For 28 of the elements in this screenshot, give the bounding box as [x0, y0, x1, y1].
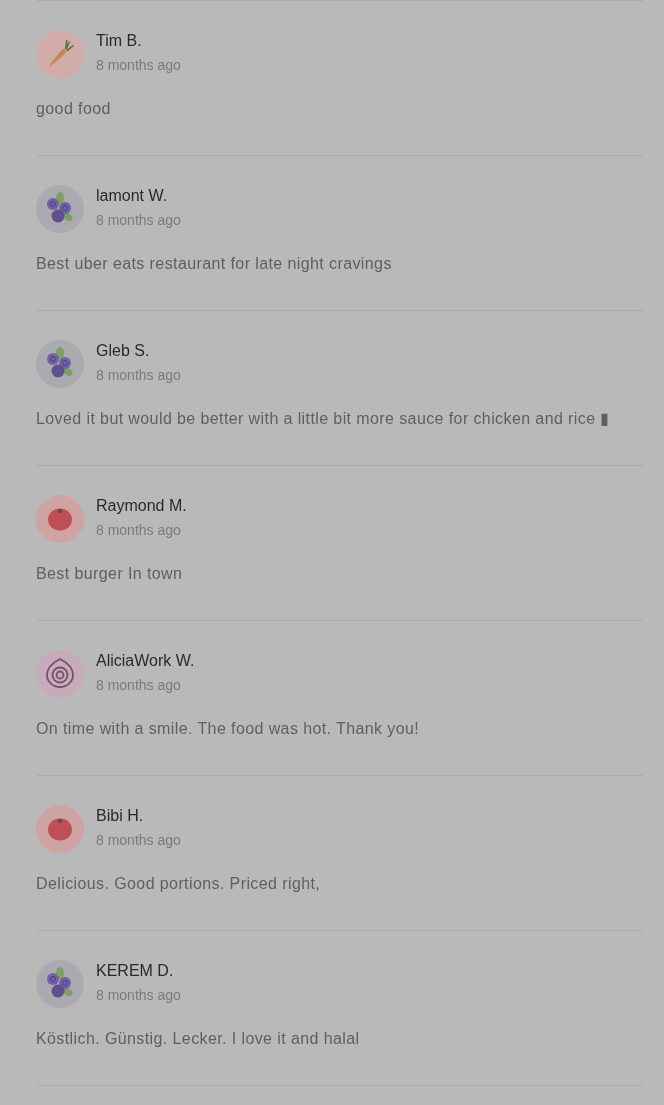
review-text: Best uber eats restaurant for late night cravings — [36, 254, 393, 274]
review-time: 8 months ago — [96, 986, 181, 1004]
reviewer-name: Tim B. — [96, 31, 143, 51]
blueberries-icon — [36, 340, 84, 388]
review-time: 8 months ago — [96, 211, 181, 229]
reviewer-name: Bibi H. — [96, 806, 145, 826]
review-time: 8 months ago — [96, 56, 181, 74]
blueberries-icon — [36, 960, 84, 1008]
carrot-icon — [36, 30, 84, 78]
review-time: 8 months ago — [96, 521, 182, 539]
reviewer-name: lamont W. — [96, 186, 169, 206]
review-text: good food — [36, 99, 112, 119]
review-text: Loved it but would be better with a little bit more sauce for chicken and rice ▮ — [36, 409, 611, 429]
review-time: 8 months ago — [96, 831, 181, 849]
review-text: Delicious. Good portions. Priced right, — [36, 874, 322, 894]
reviewer-name: AliciaWork W. — [96, 651, 195, 671]
review-text: Köstlich. Günstig. Lecker. I love it and halal — [36, 1029, 361, 1049]
review-time: 8 months ago — [96, 676, 182, 694]
tomato-icon — [36, 495, 84, 543]
onion-icon — [36, 650, 84, 698]
review-time: 8 months ago — [96, 366, 181, 384]
review-text: Best burger In town — [36, 564, 184, 584]
reviewer-name: Raymond M. — [96, 496, 187, 516]
review-text: On time with a smile. The food was hot. Thank you! — [36, 719, 421, 739]
blueberries-icon — [36, 185, 84, 233]
tomato-icon — [36, 805, 84, 853]
reviewer-name: KEREM D. — [96, 961, 175, 981]
reviewer-name: Gleb S. — [96, 341, 151, 361]
